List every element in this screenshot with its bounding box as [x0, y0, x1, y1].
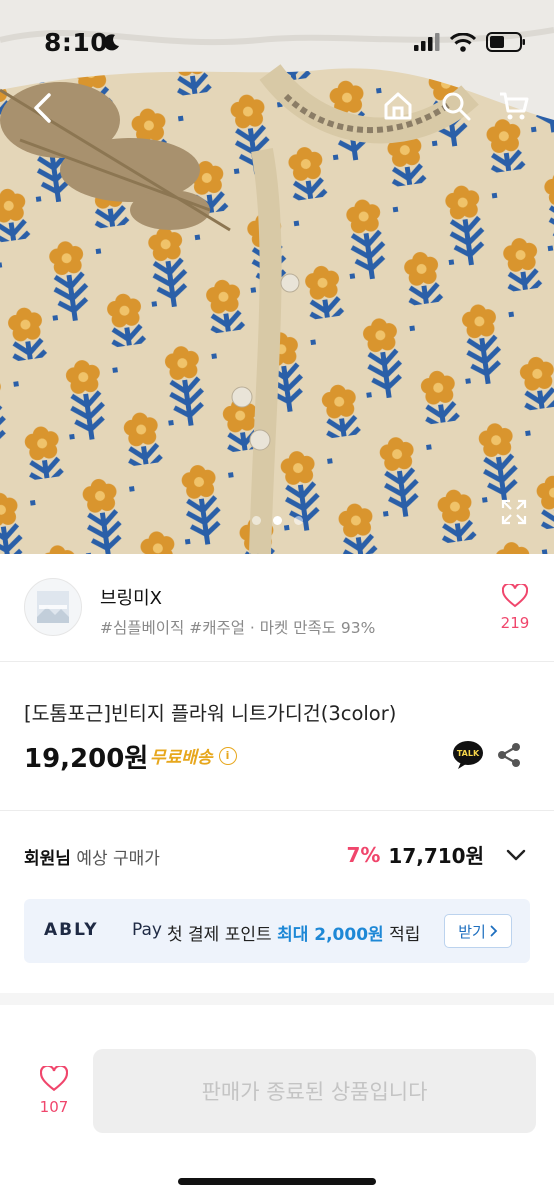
member-price-toggle[interactable]: 7% 17,710원	[346, 840, 526, 869]
carousel-dot[interactable]	[293, 516, 303, 525]
product-like-count: 107	[39, 1098, 69, 1116]
home-icon	[384, 92, 412, 120]
seller-like-count: 219	[500, 614, 530, 632]
info-icon[interactable]: i	[218, 746, 237, 765]
receive-button-label: 받기	[458, 922, 486, 941]
free-shipping-badge[interactable]: 무료배송 i	[150, 743, 237, 768]
home-indicator[interactable]	[178, 1178, 376, 1185]
ably-brand: ABLY	[44, 920, 99, 940]
seller-name[interactable]: 브링미X	[100, 584, 162, 610]
talk-button[interactable]: TALK	[452, 740, 484, 770]
share-button[interactable]	[496, 742, 522, 768]
talk-text: TALK	[457, 749, 480, 758]
section-separator	[0, 993, 554, 1005]
member-price-label: 회원님 예상 구매가	[24, 844, 160, 869]
wifi-icon	[450, 32, 476, 52]
receive-button[interactable]: 받기	[444, 914, 512, 948]
search-icon	[442, 92, 471, 121]
product-title: [도톰포근]빈티지 플라워 니트가디건(3color)	[24, 702, 397, 725]
chevron-down-icon[interactable]	[506, 849, 526, 861]
carousel-indicator	[0, 516, 554, 525]
seller-tags: #심플베이직 #캐주얼 · 마켓 만족도 93%	[100, 619, 376, 637]
battery-icon	[486, 32, 525, 52]
free-shipping-label: 무료배송	[150, 748, 213, 768]
chevron-right-icon	[490, 925, 498, 937]
heart-icon	[501, 582, 529, 608]
talk-icon: TALK	[453, 741, 483, 769]
seller-info[interactable]: 브링미X #심플베이직 #캐주얼 · 마켓 만족도 93% 219	[0, 554, 554, 662]
ably-pay-banner[interactable]: ABLY Pay 첫 결제 포인트 최대 2,000원 적립 받기	[24, 899, 530, 963]
pay-word: Pay	[132, 920, 162, 940]
home-button[interactable]	[380, 88, 416, 124]
search-button[interactable]	[438, 88, 474, 124]
sold-out-button[interactable]: 판매가 종료된 상품입니다	[93, 1049, 536, 1133]
carousel-dot-active[interactable]	[272, 516, 282, 525]
back-icon	[34, 93, 51, 123]
pay-promo-text: 첫 결제 포인트 최대 2,000원 적립	[167, 920, 420, 945]
product-price: 19,200원	[24, 744, 149, 774]
cart-icon	[500, 92, 529, 120]
heart-icon	[39, 1064, 69, 1092]
member-label-rest: 예상 구매가	[70, 849, 160, 869]
share-icon	[498, 743, 520, 767]
product-like-button[interactable]: 107	[34, 1064, 74, 1116]
product-image[interactable]: 8:10	[0, 0, 554, 554]
pay-text-pre: 첫 결제 포인트	[167, 925, 278, 945]
status-time: 8:10	[44, 28, 109, 57]
divider	[0, 810, 554, 811]
pay-text-post: 적립	[383, 925, 421, 945]
cart-button[interactable]	[496, 88, 532, 124]
seller-logo-icon	[37, 591, 69, 623]
member-label-bold: 회원님	[24, 849, 71, 869]
pay-text-highlight: 최대 2,000원	[277, 925, 384, 945]
seller-like-button[interactable]: 219	[500, 582, 530, 632]
member-price: 17,710원	[388, 844, 484, 868]
signal-icon	[414, 33, 440, 51]
moon-icon	[103, 34, 119, 51]
carousel-dot[interactable]	[251, 516, 261, 525]
status-bar: 8:10	[0, 0, 554, 90]
back-button[interactable]	[26, 88, 58, 128]
expand-icon[interactable]	[500, 498, 528, 526]
discount-rate: 7%	[346, 842, 381, 867]
seller-avatar[interactable]	[24, 578, 82, 636]
